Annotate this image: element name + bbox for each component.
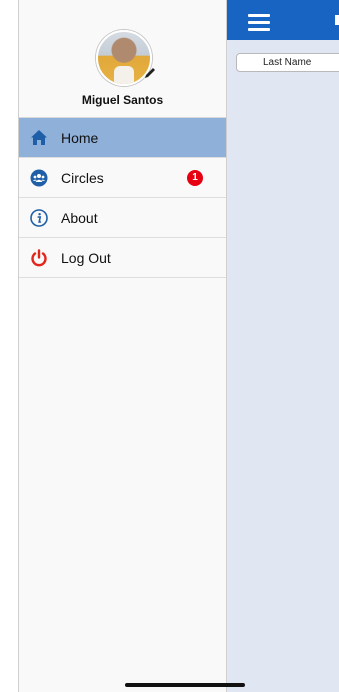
menu-item-label: Home bbox=[61, 129, 99, 146]
hamburger-menu-icon[interactable] bbox=[248, 14, 270, 32]
menu-item-about[interactable]: About bbox=[19, 198, 226, 238]
app-screen: Last Name Miguel Santos Home Circles 1 A… bbox=[0, 0, 339, 692]
main-content: Last Name bbox=[227, 0, 339, 692]
home-indicator[interactable] bbox=[125, 683, 245, 687]
profile-name: Miguel Santos bbox=[81, 93, 164, 107]
menu-item-label: Log Out bbox=[61, 249, 111, 266]
menu-item-log-out[interactable]: Log Out bbox=[19, 238, 226, 278]
sort-last-name-button[interactable]: Last Name bbox=[236, 53, 339, 72]
notification-badge: 1 bbox=[187, 170, 203, 186]
profile-header: Miguel Santos bbox=[19, 0, 226, 118]
info-icon bbox=[30, 208, 48, 227]
menu-item-home[interactable]: Home bbox=[19, 118, 226, 158]
side-drawer: Miguel Santos Home Circles 1 About Log O… bbox=[18, 0, 227, 692]
pencil-edit-icon[interactable] bbox=[143, 66, 157, 80]
top-bar-title-fragment bbox=[335, 15, 339, 25]
home-icon bbox=[30, 129, 48, 147]
menu-item-label: Circles bbox=[61, 169, 104, 186]
menu-item-label: About bbox=[61, 209, 98, 226]
menu-item-circles[interactable]: Circles 1 bbox=[19, 158, 226, 198]
power-icon bbox=[30, 248, 48, 267]
top-bar bbox=[227, 0, 339, 40]
people-group-icon bbox=[30, 169, 48, 187]
